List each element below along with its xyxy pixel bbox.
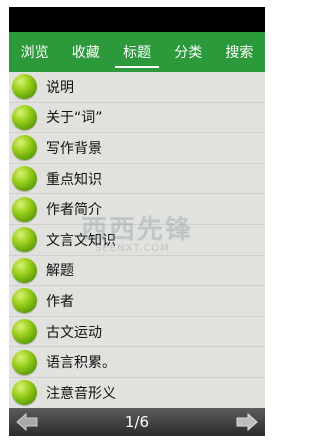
- green-ball-icon: [12, 257, 37, 283]
- list-item[interactable]: 写作背景: [9, 133, 265, 164]
- list-item-label: 作者: [46, 293, 74, 310]
- green-ball-icon: [12, 104, 37, 130]
- list-item-label: 关于“词”: [46, 110, 103, 127]
- pager-bar: 1/6: [9, 408, 265, 436]
- list-item[interactable]: 关于“词”: [9, 103, 265, 134]
- tab-browse[interactable]: 浏览: [9, 32, 60, 72]
- list-item[interactable]: 解题: [9, 256, 265, 287]
- list-item[interactable]: 语言积累。: [9, 347, 265, 378]
- list-item[interactable]: 文言文知识: [9, 225, 265, 256]
- tab-categories[interactable]: 分类: [163, 32, 214, 72]
- list-item[interactable]: 重点知识: [9, 164, 265, 195]
- phone-screen: 浏览 收藏 标题 分类 搜索 说明 关于“词” 写作背景 重点知识 作者简介 文…: [9, 7, 265, 436]
- list-item-label: 作者简介: [46, 202, 102, 219]
- list-item-label: 写作背景: [46, 140, 102, 157]
- tab-label: 收藏: [71, 45, 100, 61]
- list-item-label: 解题: [46, 263, 74, 280]
- green-ball-icon: [12, 319, 37, 345]
- title-list: 说明 关于“词” 写作背景 重点知识 作者简介 文言文知识 解题 作者 古文运动…: [9, 72, 265, 408]
- arrow-left-icon[interactable]: [9, 408, 45, 436]
- list-item-label: 语言积累。: [46, 355, 116, 372]
- green-ball-icon: [12, 74, 37, 100]
- list-item-label: 文言文知识: [46, 232, 116, 249]
- tab-label: 分类: [174, 45, 203, 61]
- tab-label: 浏览: [20, 45, 49, 61]
- green-ball-icon: [12, 227, 37, 253]
- tab-label: 搜索: [225, 45, 254, 61]
- green-ball-icon: [12, 196, 37, 222]
- list-item-label: 重点知识: [46, 171, 102, 188]
- list-item-label: 注意音形义: [46, 385, 116, 402]
- green-ball-icon: [12, 288, 37, 314]
- green-ball-icon: [12, 380, 37, 406]
- list-item[interactable]: 古文运动: [9, 317, 265, 348]
- tab-label: 标题: [123, 45, 151, 61]
- green-ball-icon: [12, 166, 37, 192]
- list-item-label: 说明: [46, 79, 74, 96]
- tab-favorites[interactable]: 收藏: [60, 32, 111, 72]
- tab-titles[interactable]: 标题: [111, 32, 162, 72]
- green-ball-icon: [12, 135, 37, 161]
- list-item-label: 古文运动: [46, 324, 102, 341]
- list-item[interactable]: 注意音形义: [9, 378, 265, 408]
- tab-search[interactable]: 搜索: [214, 32, 265, 72]
- list-item[interactable]: 作者简介: [9, 194, 265, 225]
- status-bar: [9, 7, 265, 32]
- list-item[interactable]: 作者: [9, 286, 265, 317]
- arrow-right-icon[interactable]: [229, 408, 265, 436]
- green-ball-icon: [12, 349, 37, 375]
- page-indicator: 1/6: [124, 413, 150, 431]
- list-item[interactable]: 说明: [9, 72, 265, 103]
- tab-bar: 浏览 收藏 标题 分类 搜索: [9, 32, 265, 72]
